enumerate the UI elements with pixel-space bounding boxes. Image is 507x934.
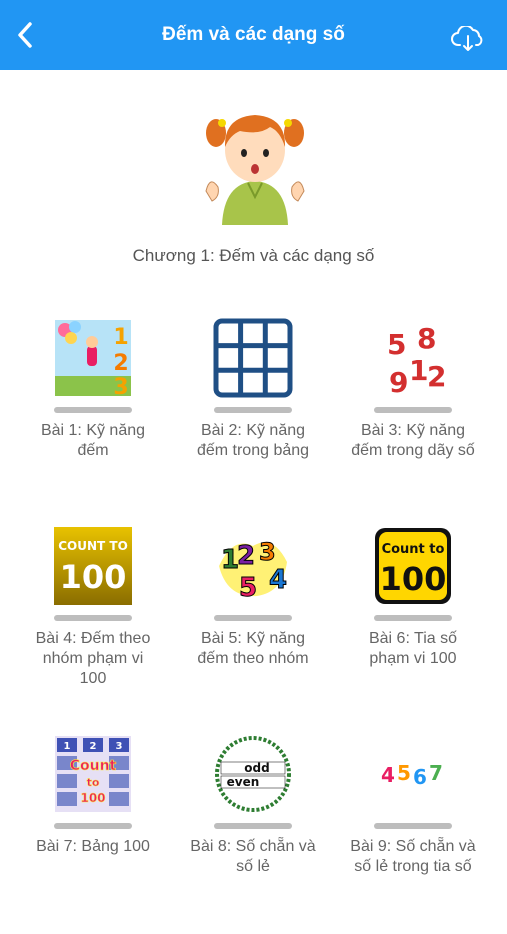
colorful-4567-icon: 4 5 6 7 [373,734,453,814]
l3-num-9: 9 [389,366,408,398]
svg-text:6: 6 [413,765,427,789]
l8-even: even [227,775,260,789]
lesson-card-3[interactable]: 5 8 9 1 2 Bài 3: Kỹ năng đếm trong dãy s… [333,318,493,526]
lesson-progress-7 [54,823,132,829]
l6-top-text: Count to [382,542,445,557]
back-button[interactable] [10,20,40,50]
girl-counting-illustration [200,105,310,225]
svg-text:7: 7 [429,761,443,785]
lesson-label-9: Bài 9: Số chẵn và số lẻ trong tia số [350,838,476,875]
svg-text:5: 5 [239,573,257,603]
lesson-label-2: Bài 2: Kỹ năng đếm trong bảng [196,422,310,459]
svg-text:3: 3 [116,741,123,752]
l1-num-2: 2 [113,351,128,376]
l8-odd: odd [244,761,269,775]
l1-num-3: 3 [113,375,128,398]
lesson-card-8[interactable]: odd even Bài 8: Số chẵn và số lẻ [173,734,333,934]
lesson-progress-2 [214,407,292,413]
lesson-label-7: Bài 7: Bảng 100 [36,838,150,855]
lesson-progress-3 [374,407,452,413]
lesson-label-1: Bài 1: Kỹ năng đếm [40,422,146,459]
lesson-label-4: Bài 4: Đếm theo nhóm phạm vi 100 [35,630,151,687]
l3-num-8: 8 [417,322,436,355]
lesson-progress-4 [54,615,132,621]
lesson-card-5[interactable]: 1 2 3 4 5 Bài 5: Kỹ năng đếm theo nhóm [173,526,333,734]
svg-text:Count: Count [70,758,117,774]
lesson-label-3: Bài 3: Kỹ năng đếm trong dãy số [351,422,475,459]
colorful-numbers-icon: 1 2 3 4 5 [213,526,293,606]
lesson-progress-1 [54,407,132,413]
l4-big-text: 100 [60,558,127,596]
l1-num-1: 1 [113,325,128,350]
l6-big-text: 100 [380,560,447,598]
cloud-download-icon [451,24,483,51]
lesson-card-1[interactable]: 1 2 3 Bài 1: Kỹ năng đếm [13,318,173,526]
chevron-left-icon [18,22,32,48]
count-to-100-gold-icon: COUNT TO 100 [53,526,133,606]
lesson-progress-5 [214,615,292,621]
svg-text:4: 4 [381,763,395,787]
lesson-progress-6 [374,615,452,621]
lesson-card-6[interactable]: Count to 100 Bài 6: Tia số phạm vi 100 [333,526,493,734]
scattered-numbers-icon: 5 8 9 1 2 [373,318,453,398]
svg-text:100: 100 [80,791,105,805]
svg-text:5: 5 [397,761,411,785]
lesson-card-2[interactable]: Bài 2: Kỹ năng đếm trong bảng [173,318,333,526]
lesson-card-9[interactable]: 4 5 6 7 Bài 9: Số chẵn và số lẻ trong ti… [333,734,493,934]
lesson-progress-9 [374,823,452,829]
chapter-title: Chương 1: Đếm và các dạng số [132,246,375,265]
balloon-girl-123-icon: 1 2 3 [53,318,133,398]
svg-text:2: 2 [90,741,97,752]
lesson-card-4[interactable]: COUNT TO 100 Bài 4: Đếm theo nhóm phạm v… [13,526,173,734]
count-to-100-board-icon: 1 2 3 Count to 100 [53,734,133,814]
lesson-grid: 1 2 3 Bài 1: Kỹ năng đếm Bài 2: Kỹ năng … [13,318,493,934]
lesson-progress-8 [214,823,292,829]
svg-text:to: to [87,776,100,789]
lesson-label-8: Bài 8: Số chẵn và số lẻ [190,838,316,875]
l3-num-2: 2 [427,360,446,393]
l4-top-text: COUNT TO [58,539,128,553]
app-header: Đếm và các dạng số [0,0,507,70]
odd-even-circle-icon: odd even [213,734,293,814]
l3-num-1: 1 [409,354,428,387]
svg-text:1: 1 [64,741,71,752]
lesson-label-6: Bài 6: Tia số phạm vi 100 [368,630,458,667]
download-button[interactable] [451,24,485,52]
page-title: Đếm và các dạng số [162,24,345,45]
lesson-label-5: Bài 5: Kỹ năng đếm theo nhóm [197,630,309,667]
svg-text:4: 4 [269,565,287,595]
svg-text:2: 2 [237,541,255,571]
svg-text:3: 3 [259,538,276,566]
count-to-100-yellow-icon: Count to 100 [373,526,453,606]
grid-table-icon [213,318,293,398]
lesson-card-7[interactable]: 1 2 3 Count to 100 Bài 7: Bảng 100 [13,734,173,934]
l3-num-5: 5 [387,328,406,361]
